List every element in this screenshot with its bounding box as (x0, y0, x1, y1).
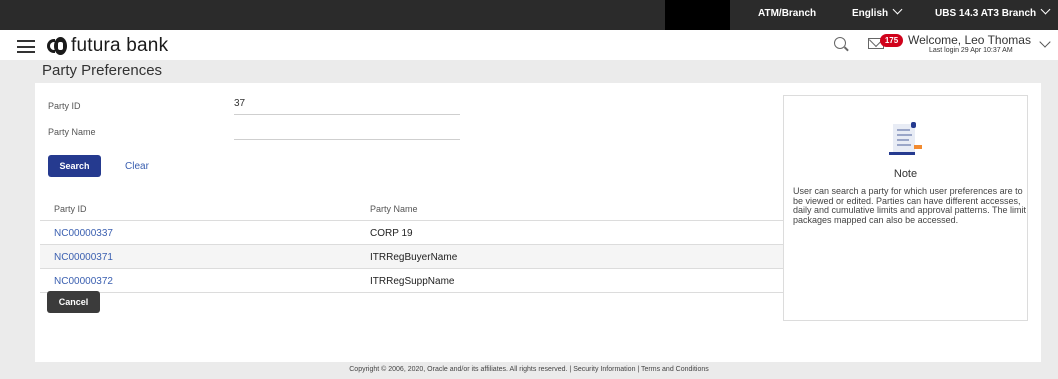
cancel-button[interactable]: Cancel (47, 291, 100, 313)
document-icon (889, 122, 922, 155)
page-title: Party Preferences (42, 62, 163, 79)
party-name-label: Party Name (48, 127, 96, 137)
welcome-text[interactable]: Welcome, Leo Thomas (908, 33, 1031, 47)
footer: Copyright © 2006, 2020, Oracle and/or it… (349, 366, 709, 373)
brand-logo[interactable]: futura bank (47, 35, 168, 57)
last-login-text: Last login 29 Apr 10:37 AM (929, 47, 1013, 54)
chevron-down-icon (1040, 4, 1051, 15)
brand-name: futura bank (71, 35, 169, 56)
logo-icon (47, 37, 68, 55)
notification-badge[interactable]: 175 (880, 34, 903, 47)
party-name-input[interactable] (234, 124, 460, 138)
party-id-underline (234, 114, 460, 115)
note-title: Note (893, 168, 918, 180)
top-bar-block (665, 0, 730, 30)
party-name-cell: CORP 19 (370, 228, 413, 239)
chevron-down-icon (892, 4, 903, 15)
party-id-input[interactable]: 37 (234, 98, 245, 109)
party-name-cell: ITRRegSuppName (370, 276, 455, 287)
language-selector[interactable]: English (852, 4, 903, 19)
note-panel: Note User can search a party for which u… (783, 95, 1028, 321)
party-name-underline (234, 139, 460, 140)
note-text: User can search a party for which user p… (793, 186, 1026, 225)
top-bar: ATM/Branch English UBS 14.3 AT3 Branch (0, 0, 1058, 30)
clear-button[interactable]: Clear (125, 161, 149, 172)
table-row: NC00000372 ITRRegSuppName (40, 269, 783, 293)
header: futura bank 175 Welcome, Leo Thomas Last… (0, 30, 1058, 60)
chevron-down-icon[interactable] (1039, 36, 1051, 48)
search-icon[interactable] (834, 37, 846, 49)
column-header-party-name: Party Name (370, 204, 418, 214)
table-row: NC00000371 ITRRegBuyerName (40, 245, 783, 269)
party-id-link[interactable]: NC00000372 (54, 276, 113, 287)
party-id-link[interactable]: NC00000371 (54, 252, 113, 263)
table-row: NC00000337 CORP 19 (40, 221, 783, 245)
party-id-link[interactable]: NC00000337 (54, 228, 113, 239)
party-id-label: Party ID (48, 101, 81, 111)
menu-icon[interactable] (17, 40, 35, 53)
column-header-party-id: Party ID (54, 204, 87, 214)
main-panel: Party ID 37 Party Name Search Clear Part… (35, 83, 1041, 362)
atm-branch-link[interactable]: ATM/Branch (758, 8, 816, 19)
search-button[interactable]: Search (48, 155, 101, 177)
party-name-cell: ITRRegBuyerName (370, 252, 458, 263)
branch-selector[interactable]: UBS 14.3 AT3 Branch (935, 4, 1051, 19)
